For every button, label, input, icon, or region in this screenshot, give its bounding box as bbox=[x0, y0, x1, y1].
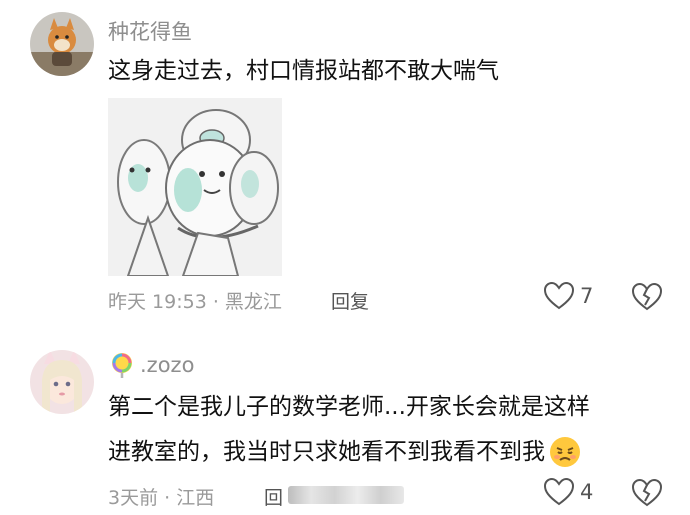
comment-text-line1: 第二个是我儿子的数学老师...开家长会就是这样 bbox=[108, 394, 590, 420]
like-count: 4 bbox=[580, 480, 594, 504]
reply-button[interactable]: 回 bbox=[264, 483, 283, 510]
heart-icon bbox=[544, 282, 574, 310]
like-button[interactable]: 7 bbox=[544, 282, 593, 310]
broken-heart-icon bbox=[632, 283, 662, 311]
pouting-face-emoji bbox=[549, 436, 581, 468]
dislike-button[interactable] bbox=[632, 479, 662, 507]
username[interactable]: 种花得鱼 bbox=[108, 16, 192, 46]
lollipop-icon bbox=[108, 351, 136, 379]
comment-text-line2-text: 进教室的，我当时只求她看不到我看不到我 bbox=[108, 439, 545, 465]
broken-heart-icon bbox=[632, 479, 662, 507]
like-button[interactable]: 4 bbox=[544, 478, 593, 506]
comment-meta: 昨天 19:53 · 黑龙江 bbox=[108, 291, 282, 313]
comment-meta: 3天前 · 江西 bbox=[108, 487, 215, 509]
sticker-image[interactable] bbox=[108, 98, 282, 276]
avatar[interactable] bbox=[30, 350, 94, 414]
blurred-overlay bbox=[288, 486, 404, 504]
like-count: 7 bbox=[580, 284, 594, 308]
reply-button[interactable]: 回复 bbox=[331, 287, 369, 314]
comment-text-line2: 进教室的，我当时只求她看不到我看不到我 bbox=[108, 431, 581, 473]
comment-text: 这身走过去，村口情报站都不敢大喘气 bbox=[108, 58, 499, 84]
username[interactable]: .zozo bbox=[140, 353, 194, 377]
dislike-button[interactable] bbox=[632, 283, 662, 311]
heart-icon bbox=[544, 478, 574, 506]
avatar[interactable] bbox=[30, 12, 94, 76]
